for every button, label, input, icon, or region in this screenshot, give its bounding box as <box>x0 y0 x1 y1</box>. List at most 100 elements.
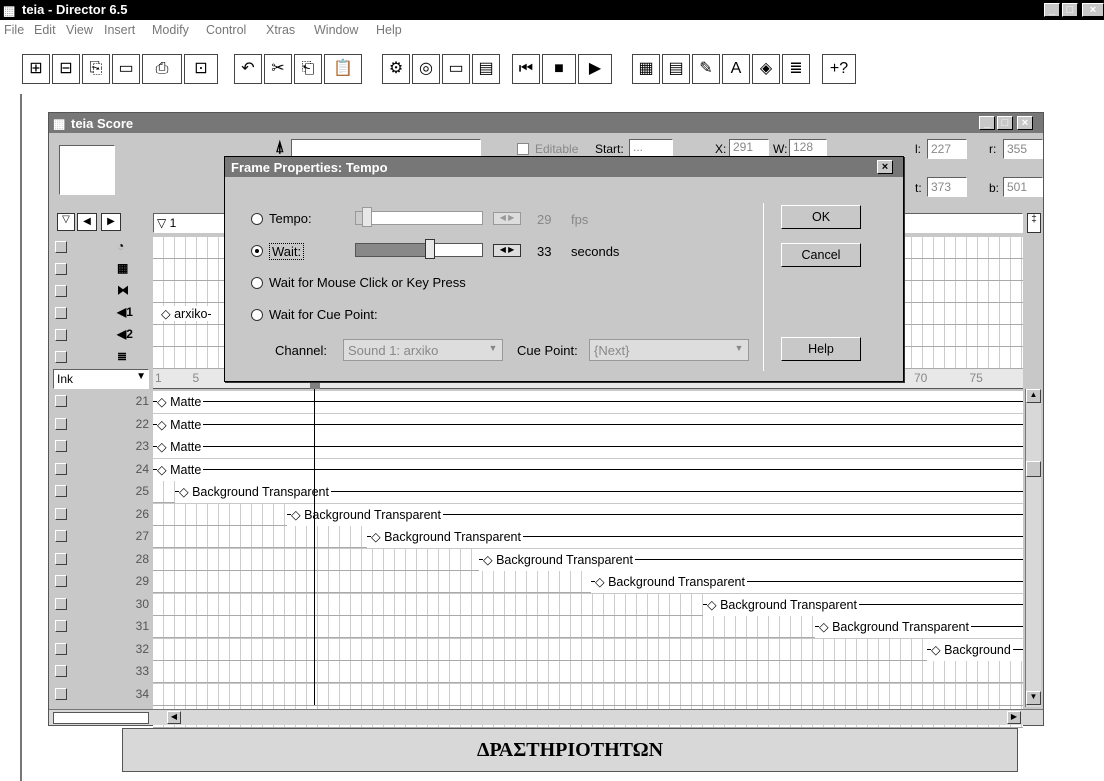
paint-window-button[interactable]: ✎ <box>692 54 720 84</box>
copy-button[interactable]: ⎗ <box>294 54 322 84</box>
inspector-button[interactable]: ◈ <box>752 54 780 84</box>
sprite-label[interactable]: ◇ Matte <box>157 394 204 409</box>
zoom-button[interactable]: ‡ <box>1027 213 1041 233</box>
b-field[interactable]: 501 <box>1003 177 1043 197</box>
channel-toggle[interactable] <box>55 530 67 542</box>
tempo-stepper[interactable]: ◀ ▶ <box>493 212 521 225</box>
start-field[interactable]: ... <box>629 139 673 157</box>
play-button[interactable]: ▶ <box>578 54 612 84</box>
paste-button[interactable]: 📋 <box>324 54 362 84</box>
sprite-overlay-button[interactable]: ▤ <box>472 54 500 84</box>
import-button[interactable]: ⎙ <box>142 54 182 84</box>
channel-row[interactable]: 26 ◇ Background Transparent <box>49 503 1045 526</box>
channel-cells[interactable] <box>153 661 1023 683</box>
wait-stepper[interactable]: ◀ ▶ <box>493 244 521 257</box>
tempo-radio[interactable] <box>251 213 263 225</box>
ink-dropdown[interactable]: Ink ▼ <box>53 369 149 389</box>
exchange-cast-button[interactable]: ⚙ <box>382 54 410 84</box>
vertical-scrollbar[interactable]: ▲ ▼ <box>1025 389 1041 707</box>
cue-point-radio[interactable] <box>251 309 263 321</box>
channel-row[interactable]: 31 ◇ Background Transparent <box>49 616 1045 638</box>
channel-toggle[interactable] <box>55 485 67 497</box>
rewind-button[interactable]: ⏮ <box>512 54 540 84</box>
open-button[interactable]: ⎘ <box>82 54 110 84</box>
channel-row[interactable]: 34 <box>49 683 1045 706</box>
channel-toggle[interactable] <box>55 395 67 407</box>
context-help-button[interactable]: +? <box>822 54 856 84</box>
channel-toggle[interactable] <box>55 307 67 319</box>
new-movie-button[interactable]: ⊞ <box>22 54 50 84</box>
sprite-label[interactable]: ◇ Background Transparent <box>595 574 747 589</box>
r-field[interactable]: 355 <box>1003 139 1043 159</box>
channel-toggle[interactable] <box>55 507 67 520</box>
channel-row[interactable]: 30 ◇ Background Transparent <box>49 593 1045 616</box>
channel-toggle[interactable] <box>55 263 67 275</box>
cancel-button[interactable]: Cancel <box>781 243 861 267</box>
help-button[interactable]: Help <box>781 337 861 361</box>
menu-view[interactable]: View <box>66 23 93 37</box>
editable-checkbox[interactable] <box>517 143 529 155</box>
menu-file[interactable]: File <box>4 23 24 37</box>
display-toggle-strip[interactable] <box>53 712 149 724</box>
cut-button[interactable]: ✂ <box>264 54 292 84</box>
close-button[interactable]: × <box>1082 3 1104 17</box>
channel-row[interactable]: 27 ◇ Background Transparent <box>49 526 1045 548</box>
menu-modify[interactable]: Modify <box>152 23 189 37</box>
channel-toggle[interactable] <box>55 351 67 363</box>
channel-toggle[interactable] <box>55 462 67 475</box>
new-cast-button[interactable]: ⊟ <box>52 54 80 84</box>
sprite-name-dropdown[interactable] <box>291 139 481 157</box>
menu-edit[interactable]: Edit <box>34 23 56 37</box>
menu-control[interactable]: Control <box>206 23 246 37</box>
sprite-label[interactable]: ◇ Matte <box>157 416 204 432</box>
sprite-span[interactable] <box>153 458 1023 481</box>
cast-window-button[interactable]: ▤ <box>662 54 690 84</box>
sprite-label[interactable]: ◇ Background Transparent <box>371 529 523 544</box>
w-field[interactable]: 128 <box>789 139 827 157</box>
channel-toggle[interactable] <box>55 552 67 565</box>
sprite-label[interactable]: ◇ Background Transparent <box>707 596 859 612</box>
channel-toggle[interactable] <box>55 417 67 430</box>
score-minimize-button[interactable]: _ <box>979 116 995 130</box>
channel-row[interactable]: 23 ◇ Matte <box>49 436 1045 458</box>
channel-row[interactable]: 28 ◇ Background Transparent <box>49 548 1045 571</box>
special-channel-sprite[interactable]: ◇ arxiko- <box>161 306 212 321</box>
horizontal-scrollbar[interactable]: ◀ ▶ <box>49 709 1043 725</box>
channel-toggle[interactable] <box>55 642 67 655</box>
scroll-down-button[interactable]: ▼ <box>1026 691 1041 705</box>
channel-cells[interactable] <box>153 638 1023 661</box>
cast-properties-button[interactable]: ◎ <box>412 54 440 84</box>
undo-button[interactable]: ↶ <box>234 54 262 84</box>
wait-radio[interactable] <box>251 245 263 257</box>
sprite-span[interactable] <box>153 391 1023 413</box>
cue-point-dropdown[interactable]: {Next} ▼ <box>589 339 749 361</box>
marker-next-button[interactable]: ▶ <box>101 213 121 231</box>
sprite-label[interactable]: ◇ Background Transparent <box>179 484 331 499</box>
score-window-button[interactable]: ▦ <box>632 54 660 84</box>
message-window-button[interactable]: ≣ <box>782 54 810 84</box>
t-field[interactable]: 373 <box>927 177 967 197</box>
marker-prev-button[interactable]: ◀ <box>77 213 97 231</box>
channel-row[interactable]: 24 ◇ Matte <box>49 458 1045 481</box>
l-field[interactable]: 227 <box>927 139 967 159</box>
tempo-slider-thumb[interactable] <box>362 207 373 227</box>
minimize-button[interactable]: _ <box>1044 3 1060 17</box>
sprite-span[interactable] <box>153 436 1023 458</box>
sprite-label[interactable]: ◇ Background Transparent <box>483 551 635 567</box>
ok-button[interactable]: OK <box>781 205 861 229</box>
sprite-label[interactable]: ◇ Background <box>931 641 1013 657</box>
script-button[interactable]: ▭ <box>442 54 470 84</box>
wait-slider-thumb[interactable] <box>425 239 436 259</box>
save-shockwave-button[interactable]: ⊡ <box>184 54 218 84</box>
mouse-key-radio[interactable] <box>251 277 263 289</box>
menu-xtras[interactable]: Xtras <box>266 23 295 37</box>
scroll-thumb[interactable] <box>1026 461 1041 477</box>
channel-toggle[interactable] <box>55 620 67 632</box>
x-field[interactable]: 291 <box>729 139 769 157</box>
channel-toggle[interactable] <box>55 440 67 452</box>
channel-toggle[interactable] <box>55 329 67 341</box>
channel-cells[interactable] <box>153 683 1023 706</box>
menu-help[interactable]: Help <box>376 23 402 37</box>
tempo-slider[interactable] <box>355 211 483 225</box>
channel-toggle[interactable] <box>55 665 67 677</box>
